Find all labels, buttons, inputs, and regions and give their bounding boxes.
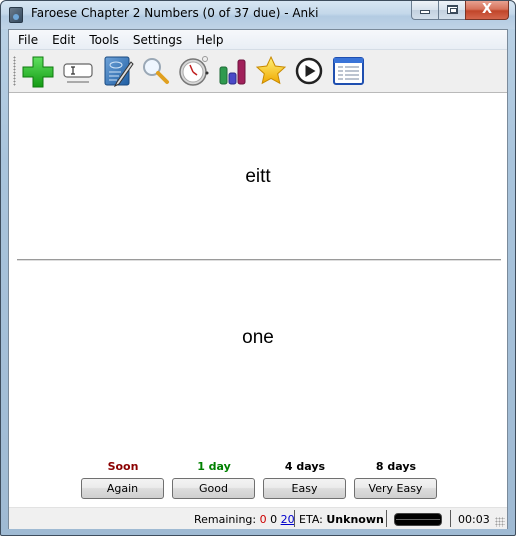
very-easy-button[interactable]: Very Easy <box>354 478 437 499</box>
close-button[interactable]: X <box>465 1 509 20</box>
maximize-icon <box>447 5 458 14</box>
menu-settings[interactable]: Settings <box>126 31 189 49</box>
remaining-total-link[interactable]: 20 <box>281 513 295 526</box>
list-icon <box>333 57 364 85</box>
menu-file[interactable]: File <box>11 31 45 49</box>
session-timer: 00:03 <box>458 513 490 526</box>
remaining-review-count: 0 <box>270 513 278 526</box>
mark-button[interactable] <box>254 54 288 88</box>
play-icon <box>295 57 323 85</box>
anki-app-icon[interactable] <box>9 7 23 23</box>
search-icon <box>143 58 169 84</box>
statistics-icon <box>219 59 246 85</box>
add-items-button[interactable] <box>21 54 55 88</box>
window-title: Faroese Chapter 2 Numbers (0 of 37 due) … <box>31 6 319 20</box>
timebox-button[interactable] <box>177 54 211 88</box>
card-question: eitt <box>245 166 271 187</box>
replay-audio-button[interactable] <box>292 54 326 88</box>
menu-tools[interactable]: Tools <box>82 31 126 49</box>
status-separator <box>294 510 295 527</box>
interval-again: Soon <box>107 460 139 473</box>
resize-grip[interactable] <box>495 517 505 527</box>
browse-icon <box>104 56 134 88</box>
remaining-new-count: 0 <box>259 513 267 526</box>
menu-bar: File Edit Tools Settings Help <box>9 30 507 50</box>
title-bar[interactable]: Faroese Chapter 2 Numbers (0 of 37 due) … <box>1 1 515 29</box>
menu-edit[interactable]: Edit <box>45 31 82 49</box>
status-separator <box>386 510 387 527</box>
add-icon <box>22 56 54 88</box>
card-view: eitt one <box>9 94 507 466</box>
card-info-button[interactable] <box>331 54 365 88</box>
eta-label: ETA: <box>299 513 323 526</box>
again-button[interactable]: Again <box>81 478 164 499</box>
interval-good: 1 day <box>197 460 231 473</box>
answer-buttons: Again Good Easy Very Easy <box>9 478 507 500</box>
browse-items-button[interactable] <box>101 54 135 88</box>
timer-icon <box>179 56 209 86</box>
close-icon: X <box>481 2 493 17</box>
find-button[interactable] <box>139 54 173 88</box>
good-button[interactable]: Good <box>172 478 255 499</box>
statistics-button[interactable] <box>216 54 250 88</box>
anki-window: Faroese Chapter 2 Numbers (0 of 37 due) … <box>0 0 516 536</box>
window-controls: X <box>411 1 509 20</box>
status-bar: Remaining: 0 0 20 ETA: Unknown 00:03 <box>9 507 507 529</box>
card-answer: one <box>242 327 274 348</box>
toolbar-grip[interactable] <box>13 56 16 86</box>
minimize-button[interactable] <box>411 1 438 20</box>
question-answer-divider <box>17 259 501 261</box>
eta-display: ETA: Unknown <box>299 513 384 526</box>
toolbar <box>9 50 507 93</box>
interval-very-easy: 8 days <box>375 460 417 473</box>
remaining-counts: Remaining: 0 0 20 <box>194 513 295 526</box>
minimize-icon <box>420 10 430 14</box>
star-icon <box>255 55 287 85</box>
edit-current-button[interactable] <box>61 54 95 88</box>
status-separator <box>450 510 451 527</box>
easy-button[interactable]: Easy <box>263 478 346 499</box>
client-area: File Edit Tools Settings Help eitt one S… <box>8 29 508 529</box>
edit-current-icon <box>63 63 93 83</box>
remaining-label: Remaining: <box>194 513 257 526</box>
progress-bar <box>394 513 442 526</box>
interval-easy: 4 days <box>284 460 326 473</box>
interval-labels: Soon 1 day 4 days 8 days <box>9 460 507 478</box>
menu-help[interactable]: Help <box>189 31 230 49</box>
maximize-button[interactable] <box>438 1 465 20</box>
eta-value: Unknown <box>326 513 384 526</box>
